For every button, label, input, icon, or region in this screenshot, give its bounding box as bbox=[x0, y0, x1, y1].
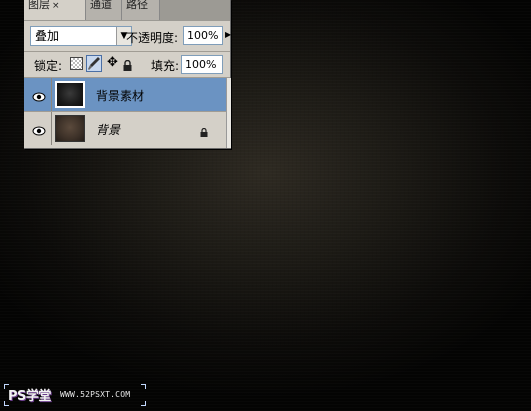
corner-mark bbox=[141, 384, 146, 389]
watermark-logo: PS学堂 bbox=[8, 389, 51, 404]
watermark-url: WWW.52PSXT.COM bbox=[60, 390, 131, 399]
lock-icon bbox=[199, 123, 209, 137]
blend-row: 叠加 ▼ 不透明度: 100% ▶ bbox=[24, 24, 231, 50]
close-icon[interactable]: × bbox=[52, 1, 60, 11]
corner-mark bbox=[141, 401, 146, 406]
layer-thumbnail bbox=[55, 115, 85, 142]
lock-transparency-icon[interactable] bbox=[70, 57, 83, 70]
layer-row-background-material[interactable]: 背景素材 bbox=[24, 78, 230, 111]
layer-name[interactable]: 背景素材 bbox=[96, 87, 144, 104]
eye-visibility-icon[interactable] bbox=[32, 88, 46, 102]
tab-paths-label: 路径 bbox=[126, 0, 148, 11]
opacity-input[interactable]: 100% bbox=[183, 26, 223, 45]
fill-label: 填充: bbox=[151, 59, 180, 73]
watermark: PS学堂 WWW.52PSXT.COM bbox=[4, 384, 146, 406]
tab-layers[interactable]: 图层 × bbox=[24, 0, 86, 20]
scrollbar[interactable] bbox=[226, 78, 231, 148]
separator bbox=[51, 78, 52, 111]
blend-mode-select[interactable]: 叠加 ▼ bbox=[30, 26, 132, 46]
tab-channels-label: 通道 bbox=[90, 0, 112, 11]
panel-tabs: 图层 × 通道 路径 bbox=[24, 0, 230, 21]
lock-all-icon[interactable] bbox=[122, 57, 135, 71]
tab-layers-label: 图层 bbox=[28, 0, 50, 11]
layer-thumbnail bbox=[55, 81, 85, 108]
lock-pixels-brush-icon[interactable] bbox=[86, 55, 102, 72]
layers-panel: 图层 × 通道 路径 叠加 ▼ 不透明度: 100% ▶ 锁定: ✥ 填充: 10… bbox=[24, 0, 231, 149]
eye-visibility-icon[interactable] bbox=[32, 122, 46, 136]
opacity-label: 不透明度: bbox=[126, 31, 179, 45]
lock-position-move-icon[interactable]: ✥ bbox=[106, 56, 119, 70]
fill-input[interactable]: 100% bbox=[181, 55, 223, 74]
tab-channels[interactable]: 通道 bbox=[86, 0, 122, 20]
lock-row: 锁定: ✥ 填充: 100% bbox=[24, 52, 230, 76]
layer-name[interactable]: 背景 bbox=[96, 121, 120, 138]
opacity-slider-arrow-icon[interactable]: ▶ bbox=[225, 30, 231, 39]
separator bbox=[51, 112, 52, 145]
tab-paths[interactable]: 路径 bbox=[122, 0, 160, 20]
blend-mode-value: 叠加 bbox=[35, 29, 60, 43]
lock-label: 锁定: bbox=[34, 59, 63, 73]
layer-row-background[interactable]: 背景 bbox=[24, 112, 230, 145]
